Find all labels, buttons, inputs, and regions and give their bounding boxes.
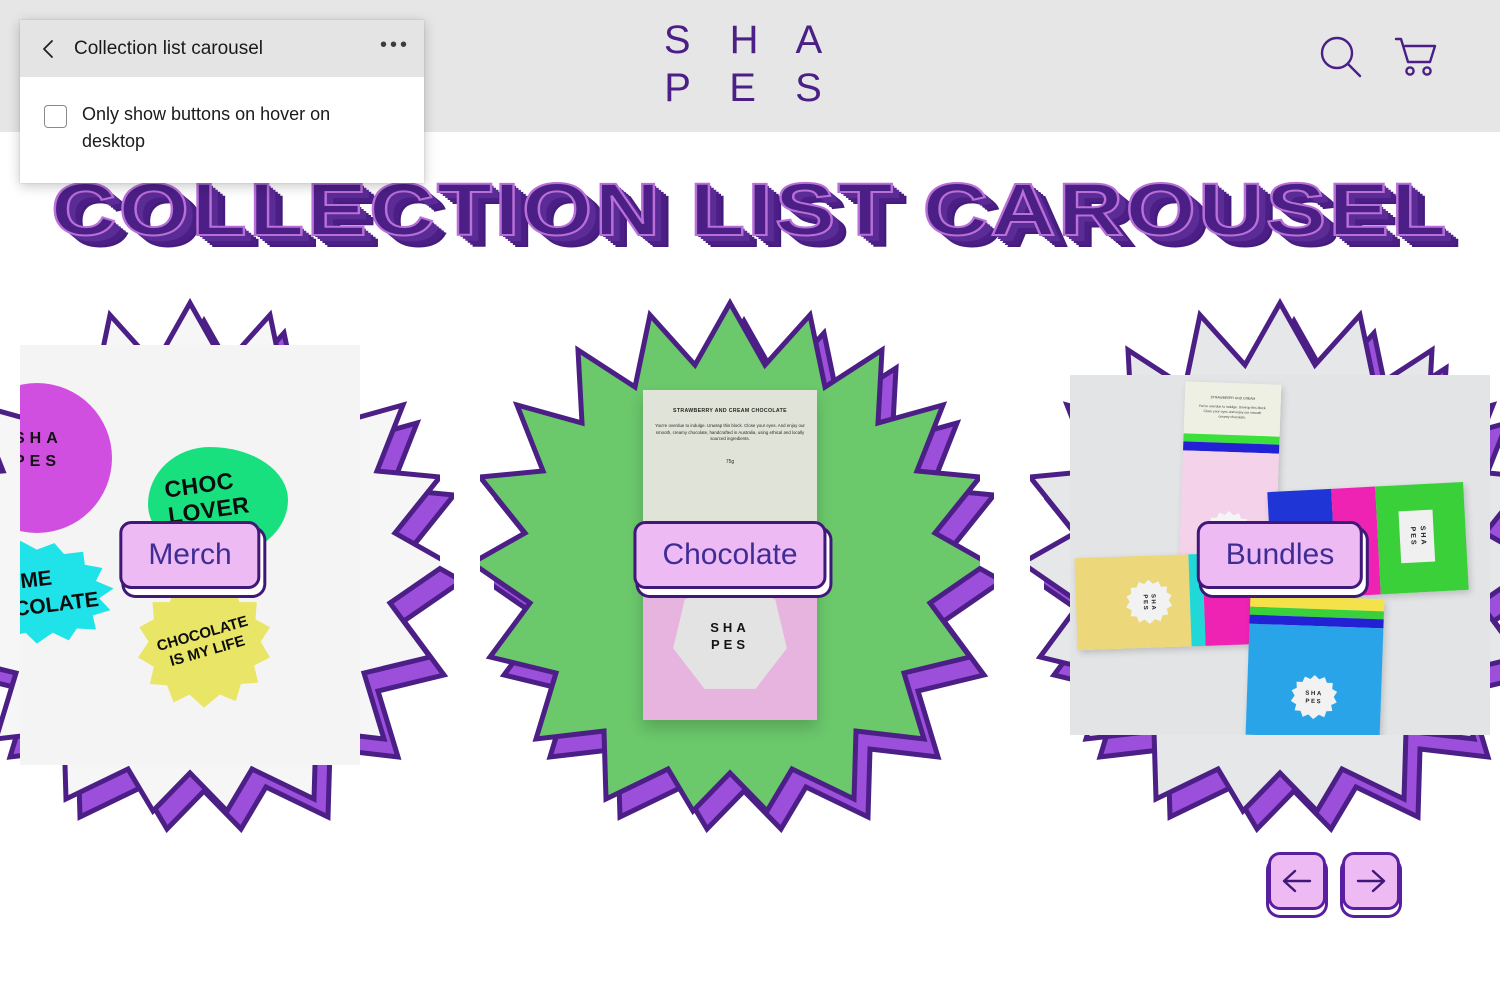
sticker-circle-shapes: SHAPES bbox=[20, 383, 112, 533]
bundle-label-text: SHA PES bbox=[1408, 525, 1427, 547]
setting-label: Only show buttons on hover on desktop bbox=[82, 104, 331, 151]
collection-card-merch[interactable]: SHAPES CHOCLOVER GIVE MECHOCOLATE CHOCOL… bbox=[0, 295, 454, 833]
collection-card-bundles[interactable]: STRAWBERRY AND CREAM You're overdue to i… bbox=[1030, 295, 1500, 833]
sticker-burst-chocolate-is-my-life: CHOCOLATE IS MY LIFE bbox=[138, 581, 270, 708]
sticker-blob-text: CHOC LOVER bbox=[162, 467, 251, 529]
sticker-yellow-text: CHOCOLATE IS MY LIFE bbox=[154, 612, 250, 670]
panel-title: Collection list carousel bbox=[74, 37, 264, 59]
chocolate-product-heading: STRAWBERRY AND CREAM CHOCOLATE bbox=[673, 408, 787, 414]
page-root: S H A P E S COLLECTION LIST CAROUSEL HA … bbox=[0, 0, 1500, 1000]
bundle-bar-cyan-blue: SHA PES bbox=[1245, 594, 1385, 735]
arrow-left-icon bbox=[1281, 868, 1313, 894]
collection-button-merch[interactable]: Merch bbox=[119, 521, 261, 589]
collection-button-chocolate[interactable]: Chocolate bbox=[633, 521, 827, 589]
panel-header: Collection list carousel ••• bbox=[20, 20, 424, 77]
chocolate-wrapper-top: STRAWBERRY AND CREAM CHOCOLATE You're ov… bbox=[643, 390, 817, 522]
collection-list-carousel: SHAPES CHOCLOVER GIVE MECHOCOLATE CHOCOL… bbox=[0, 295, 1500, 833]
chocolate-product-weight: 75g bbox=[725, 458, 735, 465]
ellipsis-icon[interactable]: ••• bbox=[380, 35, 410, 57]
shopping-cart-icon[interactable] bbox=[1394, 35, 1440, 79]
bundle-label-shapes: SHA PES bbox=[1398, 509, 1436, 564]
heptagon-emblem-text: SHA PES bbox=[710, 619, 750, 652]
checkbox-only-show-buttons-on-hover[interactable] bbox=[44, 105, 67, 128]
collection-button-bundles[interactable]: Bundles bbox=[1196, 521, 1364, 589]
setting-only-show-buttons-on-hover[interactable]: Only show buttons on hover on desktop bbox=[44, 101, 400, 155]
carousel-next-button[interactable] bbox=[1342, 852, 1400, 910]
arrow-right-icon bbox=[1355, 868, 1387, 894]
header-icon-group bbox=[1318, 34, 1440, 80]
chocolate-product-body: You're overdue to indulge. Unwrap this b… bbox=[655, 423, 805, 442]
theme-editor-panel: Collection list carousel ••• Only show b… bbox=[20, 20, 424, 183]
heptagon-emblem-icon: SHA PES bbox=[673, 577, 787, 689]
collection-card-chocolate[interactable]: STRAWBERRY AND CREAM CHOCOLATE You're ov… bbox=[480, 295, 994, 833]
panel-body: Only show buttons on hover on desktop bbox=[20, 77, 424, 183]
chevron-left-icon[interactable] bbox=[38, 38, 60, 60]
carousel-navigation bbox=[1268, 852, 1400, 910]
bundle-sticker-text: SHAPES bbox=[1305, 690, 1323, 706]
bundle-sticker-text: SHAPES bbox=[1141, 593, 1157, 612]
search-icon[interactable] bbox=[1318, 34, 1364, 80]
sticker-circle-text: SHAPES bbox=[20, 430, 63, 470]
sticker-cyan-text: GIVE MECHOCOLATE bbox=[20, 566, 100, 627]
carousel-prev-button[interactable] bbox=[1268, 852, 1326, 910]
